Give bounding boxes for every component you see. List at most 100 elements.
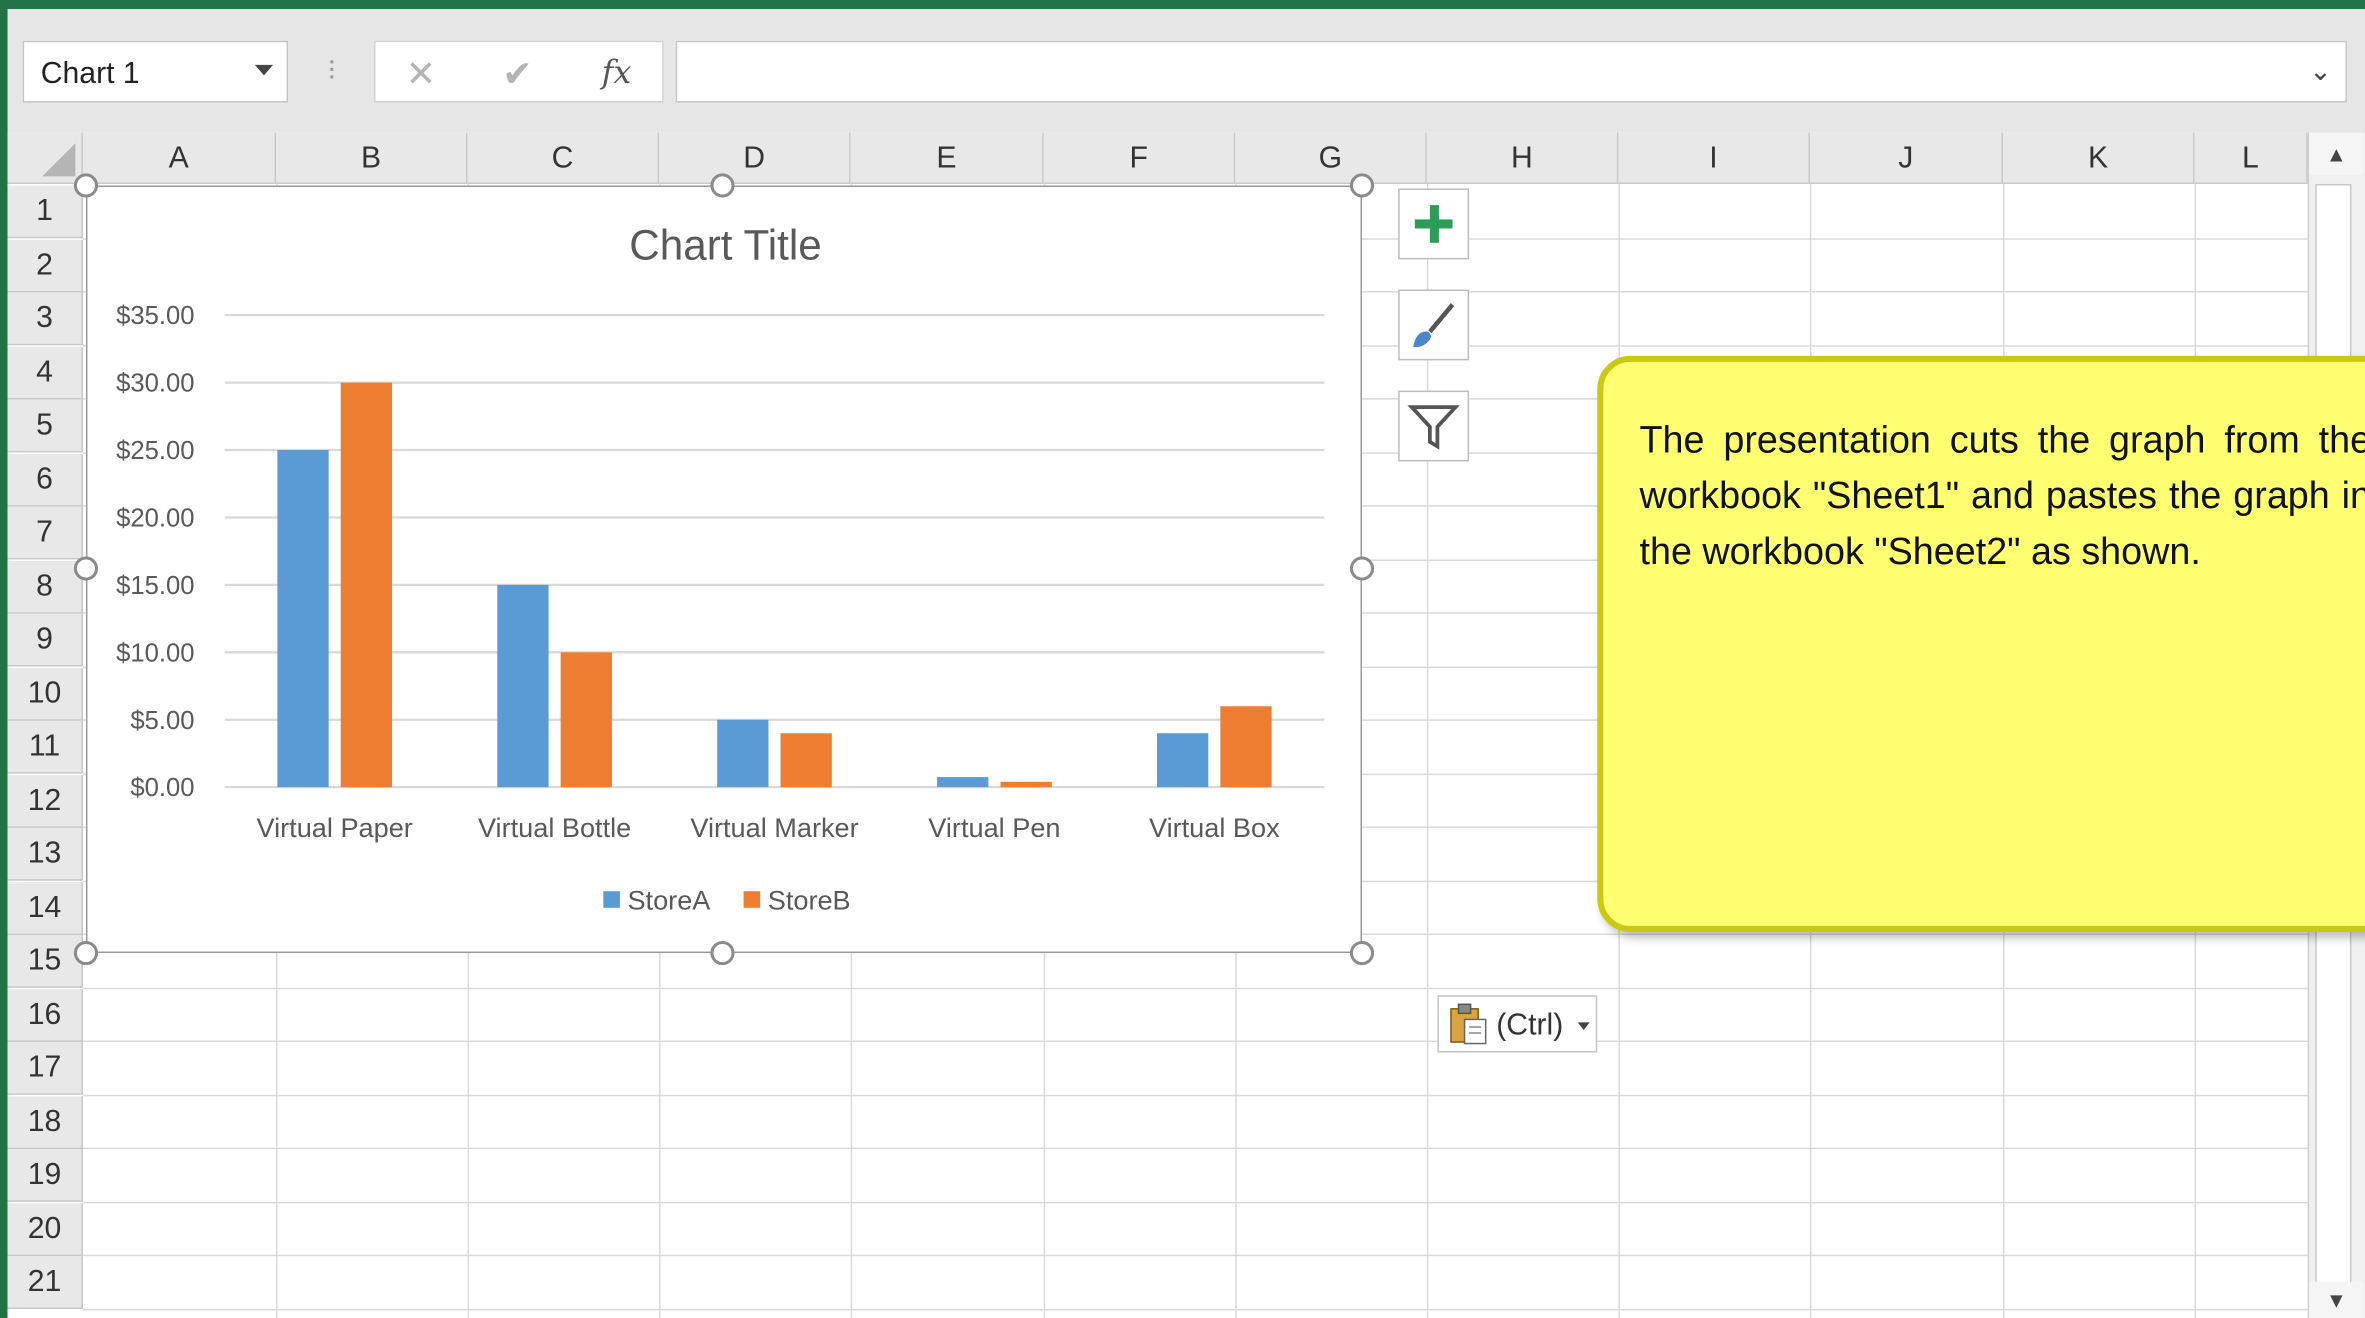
y-tick-label: $20.00 — [116, 505, 194, 533]
chart-styles-button[interactable] — [1398, 289, 1470, 361]
bar-storeb — [340, 382, 393, 788]
row-header-14[interactable]: 14 — [7, 881, 83, 935]
row-header-20[interactable]: 20 — [7, 1202, 83, 1256]
expand-formula-icon[interactable]: ⌄ — [2309, 56, 2332, 88]
row-header-6[interactable]: 6 — [7, 453, 83, 506]
paste-options-button[interactable]: (Ctrl) — [1437, 995, 1598, 1053]
paste-options-label: (Ctrl) — [1496, 1008, 1564, 1043]
callout-text: The presentation cuts the graph from the… — [1639, 419, 2365, 574]
insert-function-icon[interactable]: fx — [602, 54, 632, 90]
row-header-9[interactable]: 9 — [7, 613, 83, 667]
resize-handle-right[interactable] — [1349, 556, 1375, 581]
name-box[interactable]: Chart 1 — [22, 40, 289, 103]
cancel-icon[interactable]: ✕ — [406, 53, 436, 97]
y-tick-label: $5.00 — [130, 707, 194, 735]
gridline-horizontal — [82, 1308, 2308, 1310]
row-header-21[interactable]: 21 — [7, 1256, 83, 1309]
row-header-7[interactable]: 7 — [7, 506, 83, 560]
more-options-icon[interactable] — [329, 56, 335, 89]
column-header-i[interactable]: I — [1618, 132, 1810, 184]
resize-handle-left[interactable] — [73, 556, 99, 581]
x-tick-label: Virtual Paper — [257, 812, 413, 843]
funnel-icon — [1407, 405, 1460, 450]
bar-storea — [497, 584, 549, 788]
clipboard-icon — [1450, 1003, 1487, 1045]
x-tick-label: Virtual Pen — [928, 812, 1060, 843]
column-header-h[interactable]: H — [1426, 132, 1619, 184]
bar-storea — [717, 719, 769, 788]
y-tick-label: $0.00 — [130, 774, 194, 802]
formula-input[interactable]: ⌄ — [675, 40, 2347, 103]
column-header-f[interactable]: F — [1043, 132, 1236, 184]
chart-filters-button[interactable] — [1398, 390, 1470, 462]
y-tick-label: $30.00 — [116, 370, 194, 398]
bar-storea — [937, 777, 989, 788]
row-header-10[interactable]: 10 — [7, 667, 83, 721]
row-header-16[interactable]: 16 — [7, 988, 83, 1042]
bar-storeb — [1000, 781, 1052, 788]
legend-label: StoreA — [627, 884, 711, 915]
ribbon-edge — [0, 0, 2365, 10]
legend-swatch — [743, 891, 761, 908]
bar-storeb — [780, 733, 832, 788]
row-header-13[interactable]: 13 — [7, 827, 83, 881]
gridline-horizontal — [82, 1147, 2308, 1150]
bar-storea — [277, 450, 329, 788]
column-header-j[interactable]: J — [1809, 132, 2004, 184]
column-header-e[interactable]: E — [850, 132, 1044, 184]
column-header-b[interactable]: B — [276, 132, 468, 184]
row-header-5[interactable]: 5 — [7, 399, 83, 453]
row-header-12[interactable]: 12 — [7, 774, 83, 828]
bar-storea — [1157, 733, 1209, 788]
gridline-horizontal — [82, 986, 2308, 989]
row-header-17[interactable]: 17 — [7, 1042, 83, 1095]
row-header-15[interactable]: 15 — [7, 934, 83, 988]
column-header-g[interactable]: G — [1235, 132, 1427, 184]
column-header-c[interactable]: C — [467, 132, 660, 184]
resize-handle-top-right[interactable] — [1349, 173, 1375, 198]
row-header-4[interactable]: 4 — [7, 346, 83, 399]
column-header-a[interactable]: A — [82, 132, 277, 184]
y-tick-label: $10.00 — [116, 639, 194, 667]
chevron-down-icon — [1577, 1022, 1590, 1030]
column-header-l[interactable]: L — [2194, 132, 2308, 184]
resize-handle-bottom-right[interactable] — [1349, 940, 1375, 966]
enter-icon[interactable]: ✔ — [502, 53, 532, 97]
column-header-k[interactable]: K — [2003, 132, 2195, 184]
row-header-11[interactable]: 11 — [7, 720, 83, 774]
y-tick-label: $15.00 — [116, 572, 194, 600]
scroll-down-icon[interactable]: ▼ — [2309, 1281, 2364, 1318]
x-tick-label: Virtual Box — [1149, 812, 1280, 843]
row-header-1[interactable]: 1 — [7, 185, 83, 239]
resize-handle-bottom-left[interactable] — [73, 940, 99, 966]
chart-elements-button[interactable] — [1398, 188, 1470, 260]
resize-handle-top[interactable] — [710, 173, 735, 198]
x-tick-label: Virtual Bottle — [478, 812, 631, 843]
gridline-horizontal — [82, 1094, 2308, 1096]
legend-label: StoreB — [768, 884, 851, 915]
bar-chart: Chart Title $0.00 $5.00 $10.00 $15.00 $20.00 $… — [116, 221, 1325, 915]
gridline-horizontal — [82, 1254, 2308, 1257]
resize-handle-bottom[interactable] — [710, 940, 735, 966]
paintbrush-icon — [1413, 303, 1455, 348]
y-tick-label: $35.00 — [116, 302, 194, 330]
chart[interactable]: Chart Title $0.00 $5.00 $10.00 $15.00 $20.00 $… — [85, 185, 1362, 954]
bar-storeb — [1220, 706, 1272, 788]
row-header-18[interactable]: 18 — [7, 1095, 83, 1149]
window-edge — [0, 9, 8, 1318]
row-header-19[interactable]: 19 — [7, 1149, 83, 1202]
select-all-button[interactable] — [7, 132, 83, 184]
column-header-d[interactable]: D — [659, 132, 851, 184]
x-tick-label: Virtual Marker — [690, 812, 858, 843]
row-header-3[interactable]: 3 — [7, 292, 83, 346]
chevron-down-icon[interactable] — [254, 64, 274, 76]
resize-handle-top-left[interactable] — [73, 173, 99, 198]
row-header-8[interactable]: 8 — [7, 560, 83, 614]
legend-swatch — [603, 891, 620, 908]
name-box-value: Chart 1 — [40, 57, 140, 91]
scroll-up-icon[interactable]: ▲ — [2309, 132, 2364, 175]
gridline-horizontal — [82, 1040, 2308, 1043]
row-header-2[interactable]: 2 — [7, 239, 83, 292]
callout-note: The presentation cuts the graph from the… — [1597, 355, 2365, 932]
bar-storeb — [560, 652, 612, 788]
